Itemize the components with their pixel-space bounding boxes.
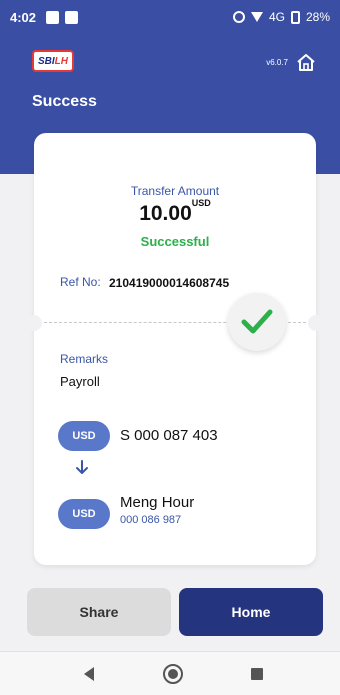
share-button[interactable]: Share bbox=[27, 588, 171, 636]
to-currency-badge: USD bbox=[58, 499, 110, 529]
to-account: 000 086 987 bbox=[120, 514, 182, 526]
status-time: 4:02 bbox=[10, 9, 37, 25]
transfer-amount: 10.00USD bbox=[34, 198, 316, 226]
remarks-label: Remarks bbox=[60, 352, 109, 366]
gallery-icon bbox=[46, 10, 60, 24]
transfer-amount-label: Transfer Amount bbox=[130, 184, 220, 198]
status-bar: 4:02 4G 28% bbox=[0, 0, 340, 34]
nav-back-icon[interactable] bbox=[84, 667, 94, 681]
receipt-card: Transfer Amount 10.00USD Successful Ref … bbox=[26, 133, 324, 565]
bank-logo: SBI LH bbox=[32, 50, 74, 72]
battery-label: 28% bbox=[305, 10, 330, 24]
card-notch-left bbox=[26, 315, 42, 331]
amount-value: 10.00 bbox=[139, 202, 192, 225]
network-label: 4G bbox=[268, 10, 285, 24]
from-account: S 000 087 403 bbox=[120, 427, 218, 444]
check-badge bbox=[228, 293, 286, 351]
home-button[interactable]: Home bbox=[179, 588, 323, 636]
nav-recent-icon[interactable] bbox=[251, 668, 263, 680]
home-icon[interactable] bbox=[296, 52, 316, 72]
notification-icon bbox=[65, 10, 79, 24]
nav-home-icon[interactable] bbox=[163, 664, 183, 684]
ref-label: Ref No: bbox=[60, 275, 101, 289]
wifi-icon bbox=[250, 12, 263, 22]
battery-icon bbox=[290, 10, 300, 24]
arrow-down-icon bbox=[76, 460, 88, 474]
remarks-value: Payroll bbox=[60, 374, 100, 389]
card-notch-right bbox=[308, 315, 324, 331]
vibrate-icon bbox=[232, 11, 245, 23]
check-icon bbox=[241, 309, 273, 334]
ref-value: 210419000014608745 bbox=[109, 276, 230, 290]
page-title: Success bbox=[32, 93, 97, 110]
from-currency-badge: USD bbox=[58, 421, 110, 451]
transfer-status: Successful bbox=[140, 234, 210, 249]
system-nav-bar bbox=[0, 651, 340, 695]
to-name: Meng Hour bbox=[120, 494, 195, 511]
amount-currency: USD bbox=[191, 198, 211, 208]
app-version: v6.0.7 bbox=[266, 58, 288, 67]
